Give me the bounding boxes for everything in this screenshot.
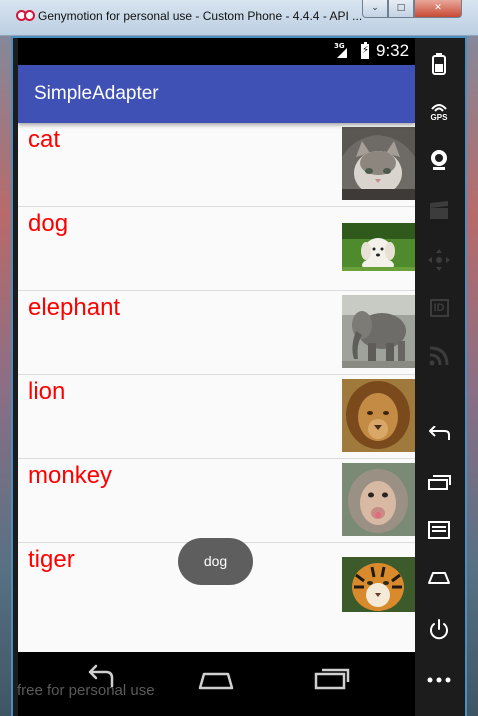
gps-label: GPS	[430, 112, 448, 122]
list-item-label: monkey	[28, 462, 113, 489]
list-item[interactable]: cat	[18, 123, 415, 207]
power-icon	[430, 619, 448, 640]
personal-use-watermark: free for personal use	[17, 682, 155, 699]
home-tool-icon	[428, 572, 450, 584]
list-item[interactable]: lion	[18, 375, 415, 459]
recent-tool-button[interactable]	[425, 468, 453, 496]
recent-apps-icon	[314, 668, 350, 690]
dpad-tool-button[interactable]	[425, 246, 453, 274]
list-item-label: tiger	[28, 546, 75, 573]
tiger-image	[342, 557, 415, 612]
menu-tool-button[interactable]	[425, 516, 453, 544]
window-title: Genymotion for personal use - Custom Pho…	[38, 9, 363, 23]
nav-recent-button[interactable]	[310, 664, 354, 694]
power-tool-button[interactable]	[425, 616, 453, 644]
gps-wifi-icon	[431, 103, 447, 112]
back-tool-button[interactable]	[425, 420, 453, 448]
recent-icon	[428, 475, 451, 490]
rss-icon	[429, 346, 449, 366]
camera-tool-button[interactable]	[425, 146, 453, 174]
home-tool-button[interactable]	[425, 564, 453, 592]
battery-tool-icon	[432, 53, 446, 75]
capture-tool-button[interactable]	[425, 196, 453, 224]
list-item-label: cat	[28, 126, 61, 153]
genymotion-logo-icon	[16, 10, 35, 22]
list-item-label: lion	[28, 378, 66, 405]
elephant-image	[342, 295, 415, 368]
cat-image	[342, 127, 415, 200]
more-tool-button[interactable]	[425, 666, 453, 694]
home-icon	[198, 672, 234, 690]
rss-tool-button[interactable]	[425, 342, 453, 370]
signal-icon: 3G	[334, 42, 350, 58]
clapperboard-icon	[430, 201, 448, 219]
list-item-label: dog	[28, 210, 69, 237]
list-item[interactable]: dog	[18, 207, 415, 291]
battery-icon: ⚡	[361, 42, 369, 59]
nav-home-button[interactable]	[194, 664, 238, 694]
list-item-label: elephant	[28, 294, 121, 321]
back-icon	[429, 426, 450, 440]
window-titlebar: Genymotion for personal use - Custom Pho…	[0, 0, 478, 36]
maximize-button[interactable]: □	[388, 0, 414, 18]
dog-image	[342, 223, 415, 271]
app-title: SimpleAdapter	[34, 83, 159, 104]
id-label: ID	[429, 299, 449, 317]
toast-message: dog	[178, 538, 253, 585]
monkey-image	[342, 463, 415, 536]
status-bar: 3G ⚡ 9:32	[18, 38, 415, 65]
menu-icon	[428, 521, 450, 539]
list-item[interactable]: monkey	[18, 459, 415, 543]
close-button[interactable]: ✕	[414, 0, 462, 18]
gps-tool-button[interactable]: GPS	[425, 98, 453, 126]
dpad-icon	[428, 249, 450, 271]
lion-image	[342, 379, 415, 452]
id-tool-button[interactable]: ID	[425, 294, 453, 322]
list-item[interactable]: elephant	[18, 291, 415, 375]
more-dots-icon	[427, 677, 451, 683]
webcam-icon	[431, 150, 447, 170]
battery-tool-button[interactable]	[425, 50, 453, 78]
status-time: 9:32	[376, 41, 410, 60]
emulator-toolbar: GPS ID	[415, 38, 463, 716]
device-screen: 3G ⚡ 9:32 SimpleAdapter cat dog elephant…	[18, 38, 415, 652]
minimize-button[interactable]: ⌄	[362, 0, 388, 18]
action-bar: SimpleAdapter	[18, 65, 415, 123]
